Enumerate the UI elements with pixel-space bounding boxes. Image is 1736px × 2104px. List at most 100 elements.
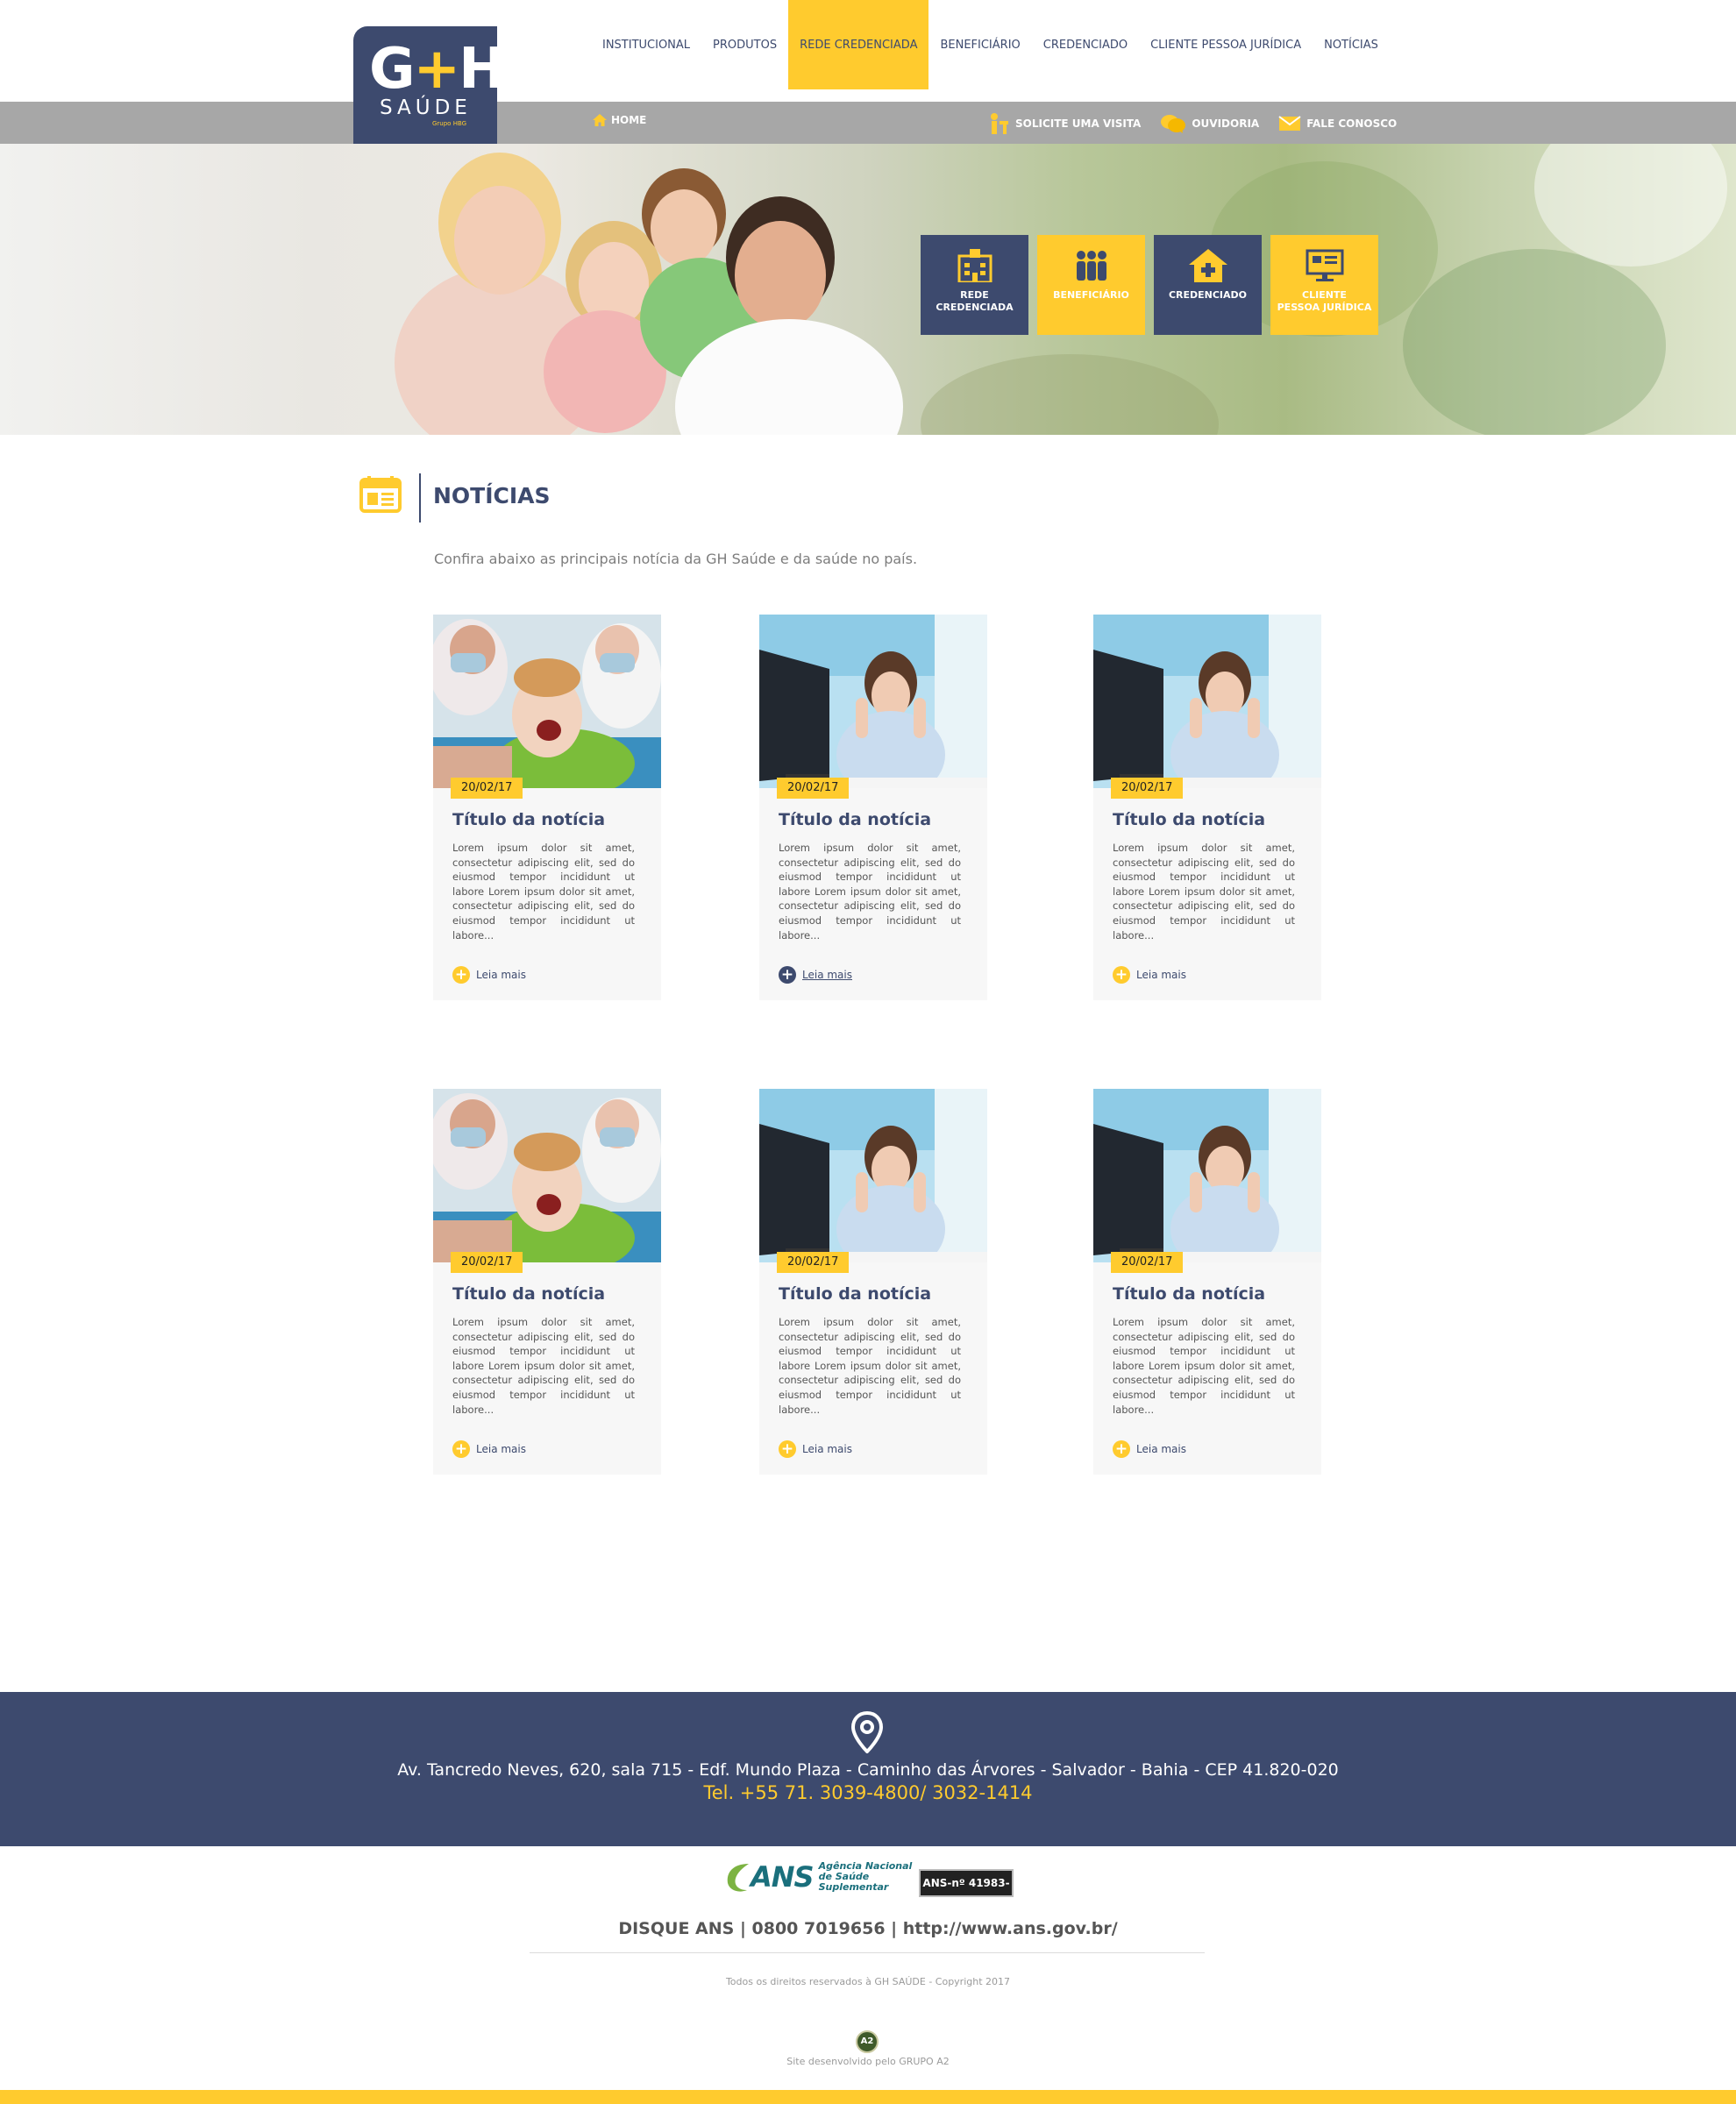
read-more-link[interactable]: + Leia mais — [452, 966, 526, 984]
read-more-link[interactable]: + Leia mais — [779, 966, 852, 984]
read-more-link[interactable]: + Leia mais — [779, 1440, 852, 1458]
ans-logo[interactable]: ANS Agência Nacional de Saúde Suplementa… — [724, 1860, 915, 1894]
footer-divider — [530, 1952, 1205, 1953]
ouvidoria-link[interactable]: OUVIDORIA — [1160, 114, 1259, 133]
utility-bar: HOME SOLICITE UMA VISITA OUVIDORIA FALE … — [0, 102, 1736, 144]
news-card-title[interactable]: Título da notícia — [1113, 809, 1265, 830]
hero-banner: REDE CREDENCIADA BENEFICIÁRIO CREDENCIAD… — [0, 144, 1736, 435]
location-pin-icon — [850, 1711, 884, 1753]
news-card-excerpt: Lorem ipsum dolor sit amet, consectetur … — [779, 1316, 961, 1416]
news-card-title[interactable]: Título da notícia — [779, 1283, 931, 1304]
news-card-image[interactable] — [433, 615, 661, 788]
news-card[interactable]: 20/02/17 Título da notícia Lorem ipsum dol… — [433, 615, 661, 1000]
envelope-icon — [1278, 116, 1301, 131]
footer-address: Av. Tancredo Neves, 620, sala 715 - Edf.… — [397, 1760, 1339, 1780]
quick-card-credenciado-label: CREDENCIADO — [1168, 289, 1248, 301]
stressed-woman-photo — [1093, 615, 1321, 788]
nav-item-institucional[interactable]: INSTITUCIONAL — [591, 0, 701, 89]
utility-links: SOLICITE UMA VISITA OUVIDORIA FALE CONOS… — [989, 112, 1416, 135]
news-card-excerpt: Lorem ipsum dolor sit amet, consectetur … — [1113, 1316, 1295, 1416]
quick-access-cards: REDE CREDENCIADA BENEFICIÁRIO CREDENCIAD… — [921, 235, 1387, 335]
quick-card-rede-label: REDE CREDENCIADA — [936, 289, 1014, 313]
news-card-title[interactable]: Título da notícia — [779, 809, 931, 830]
plus-circle-icon: + — [779, 1440, 796, 1458]
home-icon — [593, 114, 607, 126]
bokeh-shape — [921, 354, 1219, 435]
gh-saude-logo[interactable]: G+H SAÚDE Grupo HBG — [353, 26, 506, 144]
plus-circle-icon: + — [452, 966, 470, 984]
logo-gh-text: G+H — [369, 37, 506, 102]
logo-group-text: Grupo HBG — [432, 120, 467, 127]
nav-item-noticias[interactable]: NOTÍCIAS — [1313, 0, 1390, 89]
quick-card-cliente-pj-label: CLIENTE PESSOA JURÍDICA — [1277, 289, 1372, 313]
copyright: Todos os direitos reservados à GH SAÚDE … — [725, 1976, 1011, 1987]
solicite-visita-link[interactable]: SOLICITE UMA VISITA — [989, 112, 1141, 135]
stressed-woman-photo — [1093, 1089, 1321, 1262]
dentist-photo — [433, 1089, 661, 1262]
news-card-date: 20/02/17 — [451, 1252, 523, 1273]
bokeh-shape — [1534, 144, 1727, 267]
news-card[interactable]: 20/02/17 Título da notícia Lorem ipsum dol… — [759, 615, 987, 1000]
computer-monitor-icon — [1306, 249, 1343, 281]
section-divider — [419, 473, 421, 522]
news-card-date: 20/02/17 — [1111, 1252, 1184, 1273]
quick-card-credenciado[interactable]: CREDENCIADO — [1154, 235, 1262, 335]
quick-card-beneficiario[interactable]: BENEFICIÁRIO — [1037, 235, 1145, 335]
nav-item-credenciado[interactable]: CREDENCIADO — [1032, 0, 1139, 89]
news-card[interactable]: 20/02/17 Título da notícia Lorem ipsum dol… — [1093, 615, 1321, 1000]
developer-credit[interactable]: Site desenvolvido pelo GRUPO A2 — [0, 2055, 1736, 2069]
solicite-visita-label: SOLICITE UMA VISITA — [1015, 117, 1142, 130]
page-title: NOTÍCIAS — [433, 483, 551, 508]
news-card-title[interactable]: Título da notícia — [452, 1283, 605, 1304]
news-card-image[interactable] — [433, 1089, 661, 1262]
news-card[interactable]: 20/02/17 Título da notícia Lorem ipsum dol… — [759, 1089, 987, 1475]
news-card-image[interactable] — [759, 1089, 987, 1262]
logo-saude-text: SAÚDE — [380, 96, 472, 119]
quick-card-cliente-pj[interactable]: CLIENTE PESSOA JURÍDICA — [1270, 235, 1378, 335]
news-card-image[interactable] — [1093, 615, 1321, 788]
news-card-excerpt: Lorem ipsum dolor sit amet, consectetur … — [1113, 842, 1295, 942]
news-card[interactable]: 20/02/17 Título da notícia Lorem ipsum dol… — [433, 1089, 661, 1475]
family-photo — [395, 153, 903, 435]
read-more-link[interactable]: + Leia mais — [1113, 966, 1186, 984]
chat-bubbles-icon — [1161, 115, 1186, 133]
news-card-image[interactable] — [759, 615, 987, 788]
read-more-label: Leia mais — [802, 1443, 852, 1455]
stressed-woman-photo — [759, 1089, 987, 1262]
grupo-a2-logo[interactable]: A2 — [856, 2030, 879, 2053]
home-link-label: HOME — [611, 114, 647, 126]
fale-conosco-label: FALE CONOSCO — [1306, 117, 1398, 130]
home-link[interactable]: HOME — [593, 114, 646, 126]
news-card[interactable]: 20/02/17 Título da notícia Lorem ipsum dol… — [1093, 1089, 1321, 1475]
plus-circle-icon: + — [452, 1440, 470, 1458]
plus-circle-icon: + — [1113, 1440, 1130, 1458]
footer-phone[interactable]: Tel. +55 71. 3039-4800/ 3032-1414 — [0, 1781, 1736, 1805]
fale-conosco-link[interactable]: FALE CONOSCO — [1278, 116, 1397, 132]
nav-item-beneficiario[interactable]: BENEFICIÁRIO — [928, 0, 1031, 89]
read-more-label: Leia mais — [476, 969, 526, 981]
news-card-excerpt: Lorem ipsum dolor sit amet, consectetur … — [452, 842, 635, 942]
news-card-title[interactable]: Título da notícia — [1113, 1283, 1265, 1304]
read-more-label: Leia mais — [476, 1443, 526, 1455]
nav-item-cliente-pessoa-juridica[interactable]: CLIENTE PESSOA JURÍDICA — [1139, 0, 1313, 89]
nav-item-produtos[interactable]: PRODUTOS — [701, 0, 788, 89]
read-more-label: Leia mais — [1136, 969, 1186, 981]
nav-item-rede-credenciada[interactable]: REDE CREDENCIADA — [788, 0, 929, 89]
news-card-excerpt: Lorem ipsum dolor sit amet, consectetur … — [779, 842, 961, 942]
disque-ans[interactable]: DISQUE ANS | 0800 7019656 | http://www.a… — [0, 1917, 1736, 1940]
ouvidoria-label: OUVIDORIA — [1192, 117, 1260, 130]
news-card-image[interactable] — [1093, 1089, 1321, 1262]
read-more-link[interactable]: + Leia mais — [452, 1440, 526, 1458]
quick-card-rede-credenciada[interactable]: REDE CREDENCIADA — [921, 235, 1028, 335]
news-card-date: 20/02/17 — [451, 778, 523, 799]
read-more-link[interactable]: + Leia mais — [1113, 1440, 1186, 1458]
section-intro: Confira abaixo as principais notícia da … — [434, 551, 918, 567]
dentist-photo — [433, 615, 661, 788]
news-card-title[interactable]: Título da notícia — [452, 809, 605, 830]
news-card-excerpt: Lorem ipsum dolor sit amet, consectetur … — [452, 1316, 635, 1416]
family-group-icon — [1076, 251, 1106, 281]
news-card-date: 20/02/17 — [777, 778, 850, 799]
house-medical-icon — [1188, 249, 1227, 282]
news-card-date: 20/02/17 — [1111, 778, 1184, 799]
bokeh-shape — [1403, 249, 1666, 435]
